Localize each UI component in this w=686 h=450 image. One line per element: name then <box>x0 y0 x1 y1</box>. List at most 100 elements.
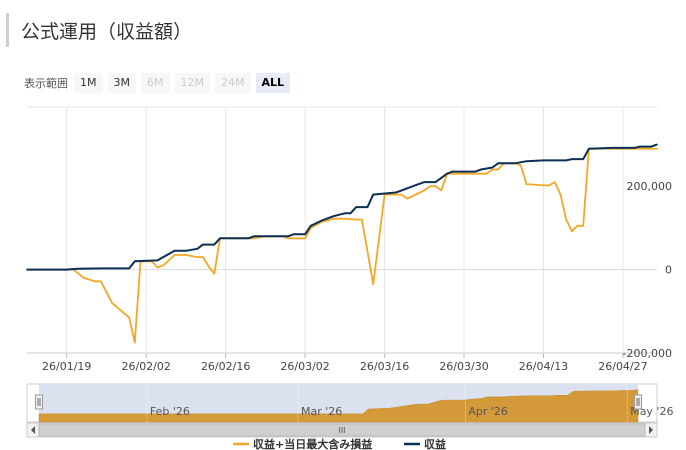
x-tick-label: 26/03/02 <box>280 360 329 373</box>
data-point <box>571 230 573 233</box>
data-point <box>196 256 199 258</box>
x-tick-label: 26/04/27 <box>598 360 647 373</box>
data-point <box>355 206 358 208</box>
data-point <box>485 172 488 175</box>
data-point <box>497 162 499 165</box>
data-point <box>213 273 216 275</box>
x-tick-label: 26/02/16 <box>201 360 250 373</box>
data-point <box>219 237 221 240</box>
data-point <box>202 256 204 258</box>
data-point <box>77 268 79 270</box>
data-point <box>372 193 375 196</box>
data-point <box>202 243 204 246</box>
data-point <box>65 268 68 271</box>
data-point <box>310 225 312 227</box>
data-point <box>423 181 426 183</box>
data-point <box>525 183 528 185</box>
data-point <box>332 215 335 217</box>
data-point <box>474 172 477 175</box>
data-point <box>293 233 295 235</box>
data-point <box>162 256 164 258</box>
data-point <box>134 341 136 344</box>
data-point <box>639 145 641 148</box>
data-point <box>162 264 164 267</box>
data-point <box>565 218 567 221</box>
data-point <box>128 267 130 270</box>
data-point <box>321 219 323 222</box>
data-point <box>423 189 426 192</box>
data-point <box>247 237 250 240</box>
navigator-month-label: Mar '26 <box>301 405 342 418</box>
data-point <box>406 197 409 200</box>
data-point <box>650 145 653 148</box>
data-point <box>173 250 176 252</box>
data-point <box>434 181 437 183</box>
line-chart: 26/01/19 26/02/02 26/02/16 26/03/02 26/03/16… <box>26 106 673 450</box>
data-point <box>287 237 289 240</box>
data-point <box>542 159 545 162</box>
data-point <box>185 250 187 252</box>
data-point <box>468 170 471 173</box>
data-point <box>554 181 556 183</box>
data-point <box>213 243 216 246</box>
data-point <box>520 164 522 167</box>
data-point <box>656 147 658 150</box>
data-point <box>565 159 567 162</box>
data-point <box>429 185 431 187</box>
data-point <box>514 162 516 165</box>
navigator-month-label: Feb '26 <box>150 405 190 418</box>
legend-item-profit[interactable]: 収益 <box>404 437 446 450</box>
data-point <box>434 185 437 187</box>
scrollbar[interactable]: III <box>26 422 658 438</box>
data-point <box>355 218 358 221</box>
data-point <box>128 316 130 319</box>
data-point <box>361 218 363 221</box>
data-point <box>446 172 448 175</box>
data-point <box>559 193 562 196</box>
y-tick-label: 200,000 <box>627 180 673 193</box>
navigator-handle-left[interactable] <box>35 394 43 410</box>
data-point <box>576 225 579 227</box>
legend-item-total-with-unrealized[interactable]: 収益+当日最大含み損益 <box>233 437 372 450</box>
data-point <box>83 277 85 279</box>
data-point <box>525 160 528 162</box>
data-point <box>491 166 494 169</box>
data-point <box>156 259 159 262</box>
data-point <box>548 184 550 187</box>
data-point <box>412 185 414 187</box>
data-point <box>253 235 255 238</box>
data-point <box>253 237 255 240</box>
data-point <box>332 217 335 220</box>
data-point <box>582 225 584 227</box>
x-tick-label: 26/03/30 <box>439 360 488 373</box>
data-point <box>173 254 176 256</box>
series-points-total-with-unrealized <box>26 147 658 344</box>
x-tick-label: 26/02/02 <box>121 360 170 373</box>
x-tick-label: 26/01/19 <box>42 360 91 373</box>
data-point <box>451 170 454 173</box>
series-line-total-with-unrealized <box>27 147 657 344</box>
data-point <box>400 189 403 192</box>
x-tick-label: 26/03/16 <box>360 360 409 373</box>
scrollbar-grip: III <box>338 426 345 435</box>
data-point <box>196 248 199 250</box>
data-point <box>287 235 289 238</box>
data-point <box>349 212 352 215</box>
data-point <box>400 193 403 196</box>
legend-label: 収益+当日最大含み損益 <box>253 437 372 450</box>
data-point <box>588 147 590 150</box>
data-point <box>395 191 397 194</box>
data-point <box>366 206 369 208</box>
navigator-handle-right[interactable] <box>634 394 642 410</box>
data-point <box>156 266 159 269</box>
data-point <box>474 170 477 173</box>
x-tick-label: 26/04/13 <box>519 360 568 373</box>
data-point <box>344 212 346 215</box>
data-point <box>100 280 102 283</box>
data-point <box>304 233 306 235</box>
legend-label: 収益 <box>424 437 446 450</box>
data-point <box>94 280 96 283</box>
data-point <box>497 168 499 171</box>
handle-body <box>35 394 43 410</box>
data-point <box>656 143 658 146</box>
